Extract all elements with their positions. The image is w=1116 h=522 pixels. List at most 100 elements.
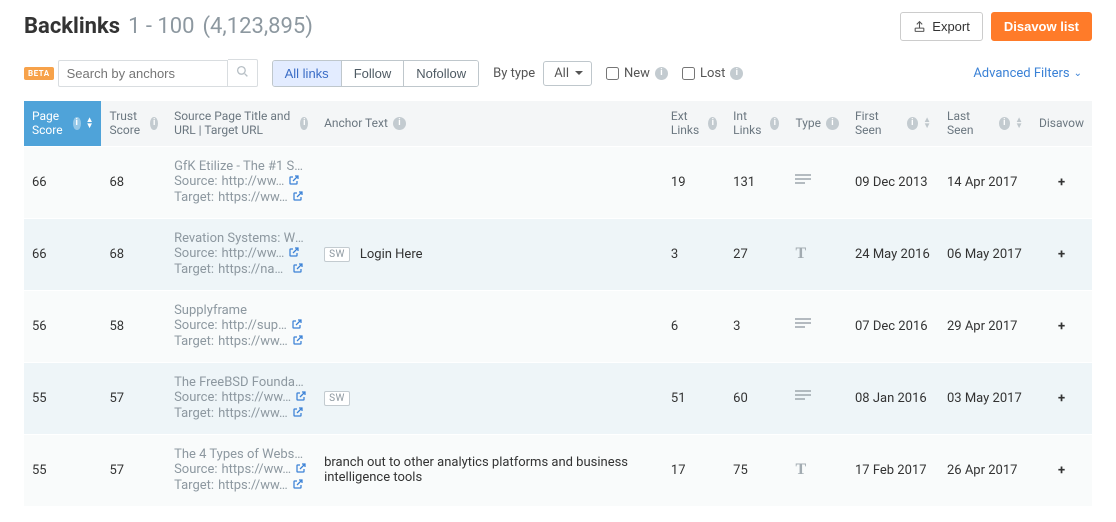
- cell-source: SupplyframeSource: http://sup… Target: h…: [166, 290, 316, 362]
- cell-anchor: [316, 290, 663, 362]
- range-text: 1 - 100: [128, 14, 194, 39]
- col-type[interactable]: Typei: [787, 101, 847, 146]
- source-title: GfK Etilize - The #1 Su…: [174, 159, 304, 174]
- external-link-icon[interactable]: [295, 462, 307, 474]
- disavow-add-button[interactable]: +: [1031, 290, 1092, 362]
- table-row: 5557The 4 Types of Websit…Source: https:…: [24, 434, 1092, 506]
- cell-source: GfK Etilize - The #1 Su…Source: http://w…: [166, 146, 316, 218]
- info-icon[interactable]: i: [73, 117, 81, 130]
- backlinks-table: Page Scorei▲▼ Trust Scorei Source Page T…: [24, 101, 1092, 507]
- table-row: 5658SupplyframeSource: http://sup… Targe…: [24, 290, 1092, 362]
- col-trust-score[interactable]: Trust Scorei: [101, 101, 166, 146]
- new-checkbox[interactable]: [606, 67, 619, 80]
- col-page-score[interactable]: Page Scorei▲▼: [24, 101, 101, 146]
- tab-follow[interactable]: Follow: [342, 61, 405, 86]
- sort-arrows-icon[interactable]: ▲▼: [923, 117, 931, 129]
- sort-arrows-icon[interactable]: ▲▼: [86, 117, 94, 129]
- anchor-text: branch out to other analytics platforms …: [324, 455, 655, 485]
- external-link-icon[interactable]: [292, 478, 304, 490]
- cell-last-seen: 03 May 2017: [939, 362, 1031, 434]
- cell-source: The 4 Types of Websit…Source: https://ww…: [166, 434, 316, 506]
- cell-page-score: 56: [24, 290, 101, 362]
- lost-checkbox[interactable]: [682, 67, 695, 80]
- external-link-icon[interactable]: [295, 390, 307, 402]
- external-link-icon[interactable]: [288, 174, 300, 186]
- col-int-links[interactable]: Int Linksi: [725, 101, 787, 146]
- info-icon[interactable]: i: [393, 117, 406, 130]
- cell-first-seen: 08 Jan 2016: [847, 362, 939, 434]
- disavow-add-button[interactable]: +: [1031, 146, 1092, 218]
- external-link-icon[interactable]: [292, 262, 304, 274]
- cell-ext-links: 17: [663, 434, 725, 506]
- search-button[interactable]: [228, 59, 258, 87]
- col-first-seen[interactable]: First Seeni▲▼: [847, 101, 939, 146]
- external-link-icon[interactable]: [288, 246, 300, 258]
- info-icon[interactable]: i: [708, 117, 717, 130]
- lost-text: Lost: [700, 66, 725, 81]
- cell-last-seen: 06 May 2017: [939, 218, 1031, 290]
- info-icon[interactable]: i: [655, 67, 668, 80]
- info-icon[interactable]: i: [150, 117, 158, 130]
- info-icon[interactable]: i: [907, 117, 918, 130]
- source-url: http://sup…: [222, 318, 287, 333]
- cell-last-seen: 26 Apr 2017: [939, 434, 1031, 506]
- source-title: The 4 Types of Websit…: [174, 447, 304, 462]
- new-checkbox-label[interactable]: New i: [606, 66, 668, 81]
- cell-anchor: branch out to other analytics platforms …: [316, 434, 663, 506]
- advanced-filters-link[interactable]: Advanced Filters ⌄: [973, 66, 1082, 81]
- col-last-seen[interactable]: Last Seeni▲▼: [939, 101, 1031, 146]
- cell-source: The FreeBSD Foundat…Source: https://ww… …: [166, 362, 316, 434]
- external-link-icon[interactable]: [291, 318, 303, 330]
- cell-trust-score: 68: [101, 218, 166, 290]
- by-type-label: By type: [493, 66, 535, 81]
- cell-int-links: 131: [725, 146, 787, 218]
- table-row: 6668Revation Systems: We…Source: http://…: [24, 218, 1092, 290]
- cell-type: T: [787, 434, 847, 506]
- table-row: 6668GfK Etilize - The #1 Su…Source: http…: [24, 146, 1092, 218]
- external-link-icon[interactable]: [292, 190, 304, 202]
- beta-badge: BETA: [24, 67, 54, 80]
- external-link-icon[interactable]: [292, 334, 304, 346]
- disavow-list-button[interactable]: Disavow list: [991, 12, 1092, 41]
- export-button[interactable]: Export: [900, 12, 983, 41]
- target-url: https://na8…: [218, 262, 288, 277]
- cell-last-seen: 29 Apr 2017: [939, 290, 1031, 362]
- col-source[interactable]: Source Page Title and URL | Target URLi: [166, 101, 316, 146]
- info-icon[interactable]: i: [826, 117, 839, 130]
- sort-arrows-icon[interactable]: ▲▼: [1015, 117, 1023, 129]
- disavow-add-button[interactable]: +: [1031, 218, 1092, 290]
- source-title: Supplyframe: [174, 303, 304, 318]
- cell-page-score: 66: [24, 218, 101, 290]
- info-icon[interactable]: i: [300, 117, 308, 130]
- tab-nofollow[interactable]: Nofollow: [404, 61, 478, 86]
- type-text-icon: T: [795, 461, 806, 478]
- tab-all-links[interactable]: All links: [273, 61, 342, 86]
- info-icon[interactable]: i: [999, 117, 1011, 130]
- cell-int-links: 3: [725, 290, 787, 362]
- col-anchor[interactable]: Anchor Texti: [316, 101, 663, 146]
- count-text: (4,123,895): [203, 14, 313, 39]
- cell-type: [787, 290, 847, 362]
- cell-anchor: SWLogin Here: [316, 218, 663, 290]
- source-url: http://ww…: [222, 246, 285, 261]
- type-text-icon: T: [795, 245, 806, 262]
- external-link-icon[interactable]: [292, 406, 304, 418]
- disavow-add-button[interactable]: +: [1031, 434, 1092, 506]
- info-icon[interactable]: i: [730, 67, 743, 80]
- link-type-tabs: All links Follow Nofollow: [272, 60, 480, 87]
- target-url: https://ww…: [218, 406, 288, 421]
- new-text: New: [624, 66, 650, 81]
- search-input[interactable]: [58, 60, 228, 87]
- adv-filters-label: Advanced Filters: [973, 66, 1069, 81]
- col-ext-links[interactable]: Ext Linksi: [663, 101, 725, 146]
- cell-ext-links: 19: [663, 146, 725, 218]
- export-icon: [913, 20, 926, 33]
- type-select[interactable]: All: [543, 61, 592, 86]
- cell-trust-score: 58: [101, 290, 166, 362]
- source-url: https://ww…: [222, 390, 292, 405]
- cell-first-seen: 09 Dec 2013: [847, 146, 939, 218]
- info-icon[interactable]: i: [770, 117, 779, 130]
- sw-badge: SW: [324, 391, 350, 406]
- disavow-add-button[interactable]: +: [1031, 362, 1092, 434]
- lost-checkbox-label[interactable]: Lost i: [682, 66, 743, 81]
